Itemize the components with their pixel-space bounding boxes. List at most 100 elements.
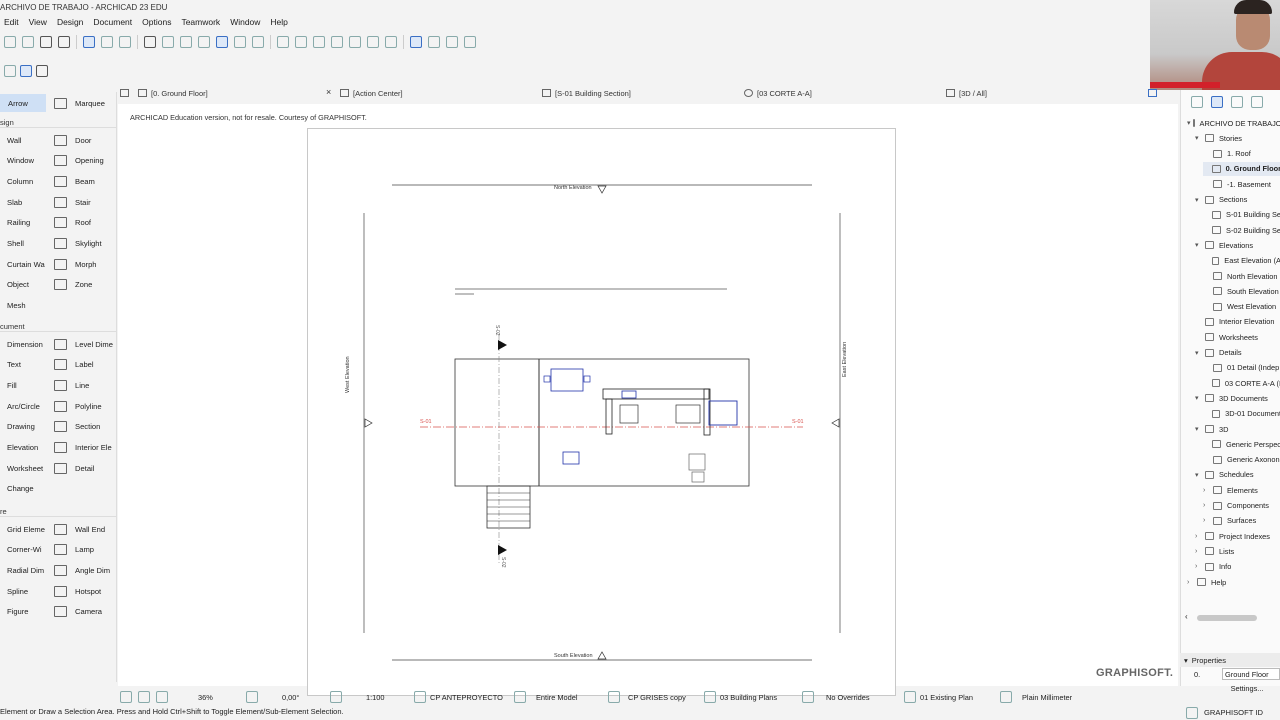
navigator-item[interactable]: East Elevation (A bbox=[1203, 254, 1280, 268]
more-tool-wall-end[interactable]: Wall End bbox=[54, 520, 105, 538]
scrollbar-thumb[interactable] bbox=[1197, 615, 1257, 621]
selection-mode-icon[interactable] bbox=[20, 65, 32, 77]
collapse-arrow-icon[interactable]: › bbox=[1195, 533, 1203, 540]
fillet-icon[interactable] bbox=[331, 36, 343, 48]
document-tool-change[interactable]: Change bbox=[7, 480, 34, 498]
navigator-item[interactable]: ▾ Elevations bbox=[1195, 238, 1280, 252]
east-elevation-marker[interactable] bbox=[831, 418, 840, 428]
navigator-item[interactable]: 03 CORTE A-A (I bbox=[1203, 376, 1280, 390]
tab-action-center[interactable]: [Action Center] bbox=[340, 86, 403, 100]
trace-icon[interactable] bbox=[216, 36, 228, 48]
navigator-item[interactable]: North Elevation bbox=[1203, 269, 1280, 283]
measure-icon[interactable] bbox=[428, 36, 440, 48]
navigator-item[interactable]: 0. Ground Floor bbox=[1203, 161, 1280, 176]
more-tool-radial-dim[interactable]: Radial Dim bbox=[7, 561, 44, 579]
adjust-icon[interactable] bbox=[349, 36, 361, 48]
plan-sheet[interactable]: North Elevation South Elevation West Ele… bbox=[307, 128, 896, 696]
zoom-previous-icon[interactable] bbox=[120, 691, 132, 703]
collapse-arrow-icon[interactable]: › bbox=[1203, 502, 1211, 509]
navigator-item[interactable]: Interior Elevation bbox=[1195, 315, 1280, 329]
design-tool-skylight[interactable]: Skylight bbox=[54, 235, 102, 253]
document-tool-arc-circle[interactable]: Arc/Circle bbox=[7, 397, 40, 415]
grid-view-icon[interactable] bbox=[120, 86, 129, 100]
navigator-item[interactable]: › Lists bbox=[1195, 544, 1280, 558]
document-tool-polyline[interactable]: Polyline bbox=[54, 397, 102, 415]
collapse-icon[interactable]: ▾ bbox=[1184, 656, 1188, 665]
more-section-header[interactable]: re bbox=[0, 507, 117, 517]
menu-edit[interactable]: Edit bbox=[0, 15, 25, 30]
layer-icon[interactable] bbox=[180, 36, 192, 48]
menu-help[interactable]: Help bbox=[266, 15, 293, 30]
navigator-item[interactable]: 3D-01 Document bbox=[1203, 407, 1280, 421]
pen-set[interactable]: CP GRISES copy bbox=[628, 693, 700, 702]
navigator-item[interactable]: Worksheets bbox=[1195, 330, 1280, 344]
design-tool-curtain-wa[interactable]: Curtain Wa bbox=[7, 255, 45, 273]
model-view[interactable]: Entire Model bbox=[536, 693, 604, 702]
layer-combination[interactable]: CP ANTEPROYECTO bbox=[430, 693, 508, 702]
snap-guides-icon[interactable] bbox=[101, 36, 113, 48]
design-tool-railing[interactable]: Railing bbox=[7, 214, 30, 232]
settings-button[interactable]: Settings... bbox=[1218, 684, 1276, 695]
menu-document[interactable]: Document bbox=[89, 15, 138, 30]
section-s02-label-top[interactable]: S-02 bbox=[494, 325, 500, 336]
navigator-item[interactable]: ▾ Details bbox=[1195, 346, 1280, 360]
more-tool-camera[interactable]: Camera bbox=[54, 603, 102, 621]
collapse-arrow-icon[interactable]: › bbox=[1203, 517, 1211, 524]
document-tool-elevation[interactable]: Elevation bbox=[7, 439, 38, 457]
design-tool-beam[interactable]: Beam bbox=[54, 172, 95, 190]
renovation-filter[interactable]: 01 Existing Plan bbox=[920, 693, 996, 702]
properties-header[interactable]: ▾ Properties bbox=[1180, 653, 1280, 667]
rotate-view-icon[interactable] bbox=[246, 691, 258, 703]
model-view-options[interactable]: 03 Building Plans bbox=[720, 693, 798, 702]
design-tool-wall[interactable]: Wall bbox=[7, 131, 21, 149]
document-tool-dimension[interactable]: Dimension bbox=[7, 335, 43, 353]
tab-corte-a-a[interactable]: [03 CORTE A-A] bbox=[744, 86, 812, 100]
navigator-item[interactable]: S-02 Building Se bbox=[1203, 223, 1280, 237]
expand-arrow-icon[interactable]: ▾ bbox=[1195, 349, 1203, 357]
renovation-filter-icon[interactable] bbox=[410, 36, 422, 48]
expand-arrow-icon[interactable]: ▾ bbox=[1195, 394, 1203, 402]
tab-building-section[interactable]: [S-01 Building Section] bbox=[542, 86, 631, 100]
zoom-level[interactable]: 36% bbox=[198, 693, 238, 702]
document-tool-section[interactable]: Section bbox=[54, 418, 100, 436]
intersect-icon[interactable] bbox=[367, 36, 379, 48]
redo-icon[interactable] bbox=[22, 36, 34, 48]
navigator-item[interactable]: › Info bbox=[1195, 560, 1280, 574]
line-type-icon[interactable] bbox=[162, 36, 174, 48]
document-tool-text[interactable]: Text bbox=[7, 356, 21, 374]
arrow-tool[interactable]: Arrow bbox=[0, 94, 46, 112]
document-tool-interior-ele[interactable]: Interior Ele bbox=[54, 439, 112, 457]
navigator-item[interactable]: Generic Perspec bbox=[1203, 437, 1280, 451]
graphic-overrides[interactable]: No Overrides bbox=[826, 693, 900, 702]
navigator-item[interactable]: ▾ 3D bbox=[1195, 422, 1280, 436]
settings-icon[interactable] bbox=[464, 36, 476, 48]
more-tool-angle-dim[interactable]: Angle Dim bbox=[54, 561, 110, 579]
design-tool-roof[interactable]: Roof bbox=[54, 214, 91, 232]
select-all-icon[interactable] bbox=[4, 65, 16, 77]
collapse-arrow-icon[interactable]: › bbox=[1187, 579, 1195, 586]
navigator-item[interactable]: 1. Roof bbox=[1203, 147, 1280, 161]
collapse-arrow-icon[interactable]: › bbox=[1195, 563, 1203, 570]
view-map-icon[interactable] bbox=[1211, 96, 1223, 108]
expand-arrow-icon[interactable]: ▾ bbox=[1195, 425, 1203, 433]
document-tool-level-dime[interactable]: Level Dime bbox=[54, 335, 113, 353]
roof-tool-icon[interactable] bbox=[385, 36, 397, 48]
design-tool-zone[interactable]: Zone bbox=[54, 276, 92, 294]
document-tool-label[interactable]: Label bbox=[54, 356, 94, 374]
collapse-arrow-icon[interactable]: › bbox=[1203, 487, 1211, 494]
menu-options[interactable]: Options bbox=[138, 15, 177, 30]
pointer-icon[interactable] bbox=[36, 65, 48, 77]
navigator-item[interactable]: S-01 Building Se bbox=[1203, 208, 1280, 222]
grid-snap-icon[interactable] bbox=[144, 36, 156, 48]
north-elevation-marker[interactable] bbox=[597, 185, 607, 194]
design-section-header[interactable]: sign bbox=[0, 118, 117, 128]
design-tool-shell[interactable]: Shell bbox=[7, 235, 24, 253]
navigator-item[interactable]: West Elevation bbox=[1203, 300, 1280, 314]
section-s01-label-right[interactable]: S-01 bbox=[792, 419, 804, 425]
navigator-item[interactable]: › Elements bbox=[1203, 483, 1280, 497]
navigator-item[interactable]: › Help bbox=[1187, 575, 1280, 589]
pick-up-icon[interactable] bbox=[40, 36, 52, 48]
section-s02-marker-top[interactable] bbox=[498, 340, 507, 350]
document-tool-line[interactable]: Line bbox=[54, 376, 89, 394]
marquee-tool[interactable]: Marquee bbox=[54, 94, 105, 112]
